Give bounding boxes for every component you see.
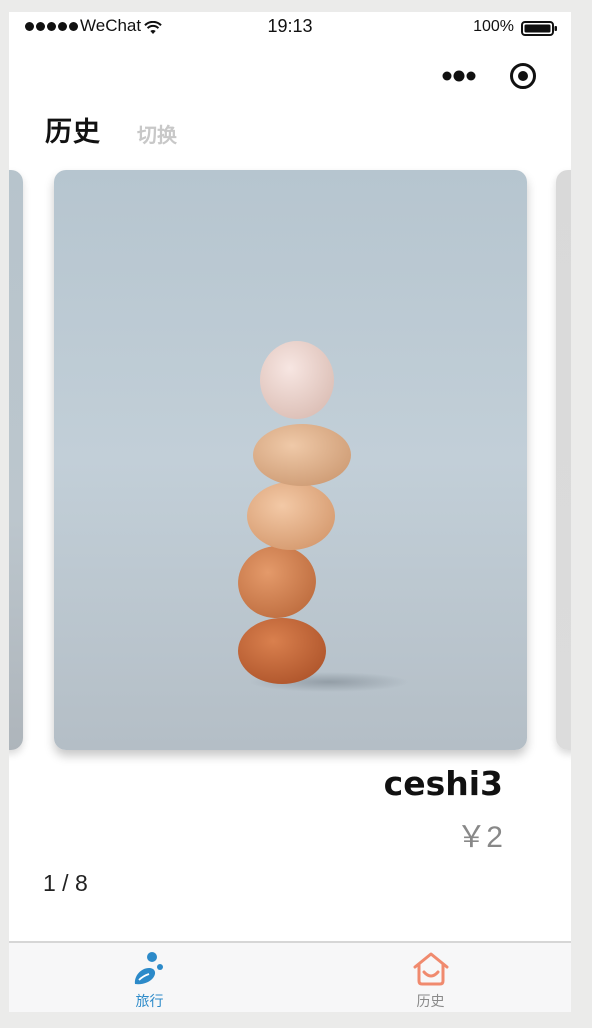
tab-travel-label: 旅行 [135,994,164,1010]
battery-icon [521,21,557,36]
battery-percentage: 100% [473,18,514,35]
tab-history-title: 历史 [45,117,101,148]
previous-card-preview[interactable] [9,170,23,750]
phone-screen: WeChat 19:13 100% 历史 切换 ceshi3 ￥2 1 / 8 … [9,12,571,1012]
tab-history[interactable]: 历史 [290,943,571,1012]
travel-icon [134,952,163,985]
tab-switch[interactable]: 切换 [137,119,177,148]
history-house-icon [413,952,448,986]
item-name: ceshi3 [383,764,503,803]
status-bar: WeChat 19:13 100% [9,12,571,44]
next-card-preview[interactable] [556,170,571,750]
tab-travel[interactable]: 旅行 [9,943,290,1012]
eggs-illustration [54,170,527,750]
bottom-tab-bar: 旅行 历史 [9,941,571,1012]
more-dots-icon[interactable] [441,66,477,86]
target-close-icon[interactable] [509,62,537,90]
stacked-eggs-photo[interactable] [54,170,527,750]
image-carousel[interactable] [9,170,571,752]
tab-history-label: 历史 [416,994,445,1010]
item-price: ￥2 [456,821,503,854]
page-indicator: 1 / 8 [43,870,88,896]
